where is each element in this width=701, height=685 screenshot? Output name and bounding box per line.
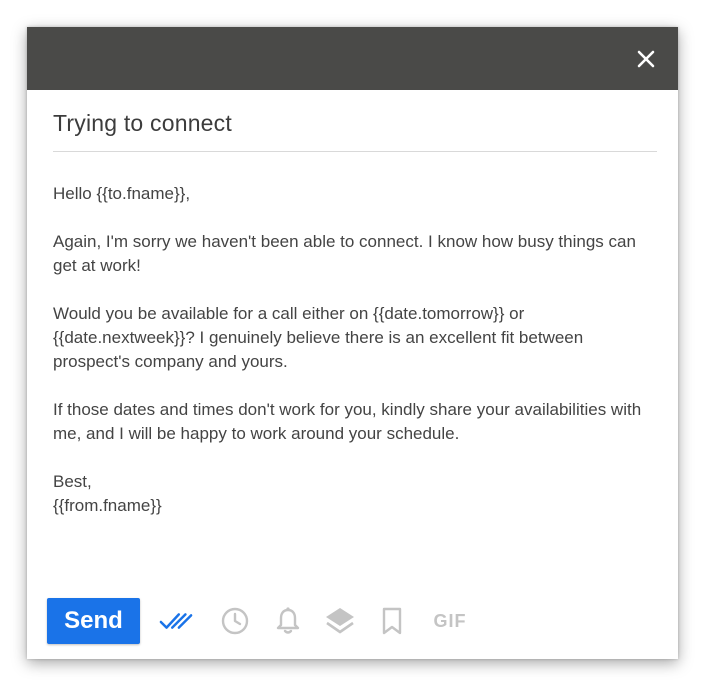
double-check-icon[interactable] [159,606,193,636]
greeting-text: Hello {{to.fname}}, [53,184,191,203]
compose-titlebar [27,27,678,90]
layers-icon[interactable] [323,606,357,636]
clock-icon[interactable] [218,606,252,636]
send-button[interactable]: Send [47,598,140,644]
close-icon[interactable] [634,47,658,71]
gif-icon[interactable]: GIF [428,606,472,636]
body-paragraph-1: Again, I'm sorry we haven't been able to… [53,232,636,275]
subject-field[interactable]: Trying to connect [53,110,656,137]
subject-divider [53,151,657,152]
bell-icon[interactable] [271,606,305,636]
compose-toolbar: Send GIF [47,598,658,644]
bookmark-icon[interactable] [375,606,409,636]
body-paragraph-2: Would you be available for a call either… [53,304,584,371]
compose-window: Trying to connect Hello {{to.fname}}, Ag… [27,27,678,659]
signoff-text: Best, [53,472,92,491]
signature-text: {{from.fname}} [53,496,162,515]
gif-label: GIF [433,610,467,631]
message-body[interactable]: Hello {{to.fname}}, Again, I'm sorry we … [53,182,653,518]
body-paragraph-3: If those dates and times don't work for … [53,400,642,443]
